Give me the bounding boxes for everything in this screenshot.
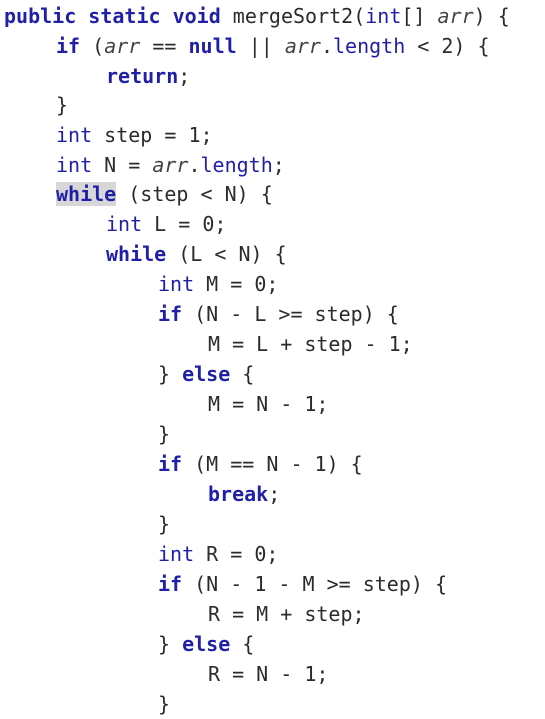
code-token: int <box>56 153 93 177</box>
code-token: if <box>56 34 81 58</box>
code-token: length <box>200 153 273 177</box>
code-token: { <box>230 362 255 386</box>
code-line-2[interactable]: if (arr == null || arr.length < 2) { <box>56 31 490 61</box>
code-token: } <box>158 422 171 446</box>
code-token: < 2) { <box>405 34 490 58</box>
code-line-16[interactable]: if (M == N - 1) { <box>158 449 363 479</box>
code-token: . <box>320 34 333 58</box>
code-line-23[interactable]: R = N - 1; <box>208 659 328 689</box>
code-token: arr <box>284 34 321 58</box>
code-line-20[interactable]: if (N - 1 - M >= step) { <box>158 569 447 599</box>
code-token: ; <box>272 153 285 177</box>
code-line-7[interactable]: while (step < N) { <box>56 179 273 209</box>
code-line-22[interactable]: } else { <box>158 629 254 659</box>
code-line-18[interactable]: } <box>158 509 170 539</box>
code-token: } <box>158 632 183 656</box>
code-token: M = 0; <box>194 272 279 296</box>
code-token: M = N - 1; <box>208 392 329 416</box>
code-line-1[interactable]: public static void mergeSort2(int[] arr)… <box>4 1 510 31</box>
code-token: } <box>158 362 183 386</box>
code-token: R = 0; <box>194 542 279 566</box>
code-line-10[interactable]: int M = 0; <box>158 269 278 299</box>
code-line-3[interactable]: return; <box>106 61 190 91</box>
code-token: L = 0; <box>142 212 227 236</box>
code-token: int <box>56 123 93 147</box>
code-editor[interactable]: public static void mergeSort2(int[] arr)… <box>0 0 545 717</box>
code-token: ; <box>268 482 281 506</box>
code-token: null <box>188 34 237 58</box>
code-token: R = M + step; <box>208 602 365 626</box>
code-token: return <box>106 64 179 88</box>
code-token: N = <box>92 153 153 177</box>
code-token: arr <box>152 153 189 177</box>
code-token: mergeSort2( <box>232 4 366 28</box>
code-token: public static void <box>4 4 233 28</box>
code-token: (N - 1 - M >= step) { <box>182 572 447 596</box>
code-line-6[interactable]: int N = arr.length; <box>56 150 285 180</box>
code-line-13[interactable]: } else { <box>158 359 254 389</box>
code-token: int <box>158 272 195 296</box>
code-line-15[interactable]: } <box>158 419 170 449</box>
code-token: R = N - 1; <box>208 662 329 686</box>
code-token: } <box>158 512 171 536</box>
code-line-9[interactable]: while (L < N) { <box>106 239 287 269</box>
code-token: int <box>158 542 195 566</box>
code-token: } <box>56 93 69 117</box>
code-token: . <box>188 153 201 177</box>
code-token: else <box>182 632 231 656</box>
code-token: (L < N) { <box>166 242 287 266</box>
code-token: } <box>158 692 171 716</box>
code-token: if <box>158 302 183 326</box>
code-token: [] <box>401 4 438 28</box>
code-line-8[interactable]: int L = 0; <box>106 209 226 239</box>
code-line-24[interactable]: } <box>158 689 170 719</box>
code-token: int <box>365 4 402 28</box>
code-token: ) { <box>473 4 510 28</box>
code-line-14[interactable]: M = N - 1; <box>208 389 328 419</box>
code-token: int <box>106 212 143 236</box>
code-token: (M == N - 1) { <box>182 452 363 476</box>
code-token: else <box>182 362 231 386</box>
code-line-11[interactable]: if (N - L >= step) { <box>158 299 399 329</box>
code-line-17[interactable]: break; <box>208 479 280 509</box>
code-token: step = 1; <box>92 123 213 147</box>
code-token: break <box>208 482 269 506</box>
code-token: arr <box>437 4 474 28</box>
code-token: ; <box>178 64 191 88</box>
code-token: { <box>230 632 255 656</box>
code-line-19[interactable]: int R = 0; <box>158 539 278 569</box>
code-token: while <box>106 242 167 266</box>
code-token: arr <box>104 34 141 58</box>
code-token: (N - L >= step) { <box>182 302 399 326</box>
code-token: length <box>333 34 406 58</box>
code-line-12[interactable]: M = L + step - 1; <box>208 329 413 359</box>
code-token: ( <box>80 34 105 58</box>
code-token: while <box>56 182 117 206</box>
code-token: if <box>158 452 183 476</box>
code-line-21[interactable]: R = M + step; <box>208 599 365 629</box>
code-token: if <box>158 572 183 596</box>
code-token: (step < N) { <box>116 182 273 206</box>
code-token: || <box>236 34 285 58</box>
code-line-5[interactable]: int step = 1; <box>56 120 213 150</box>
code-token: M = L + step - 1; <box>208 332 413 356</box>
code-line-4[interactable]: } <box>56 90 68 120</box>
code-token: == <box>140 34 189 58</box>
